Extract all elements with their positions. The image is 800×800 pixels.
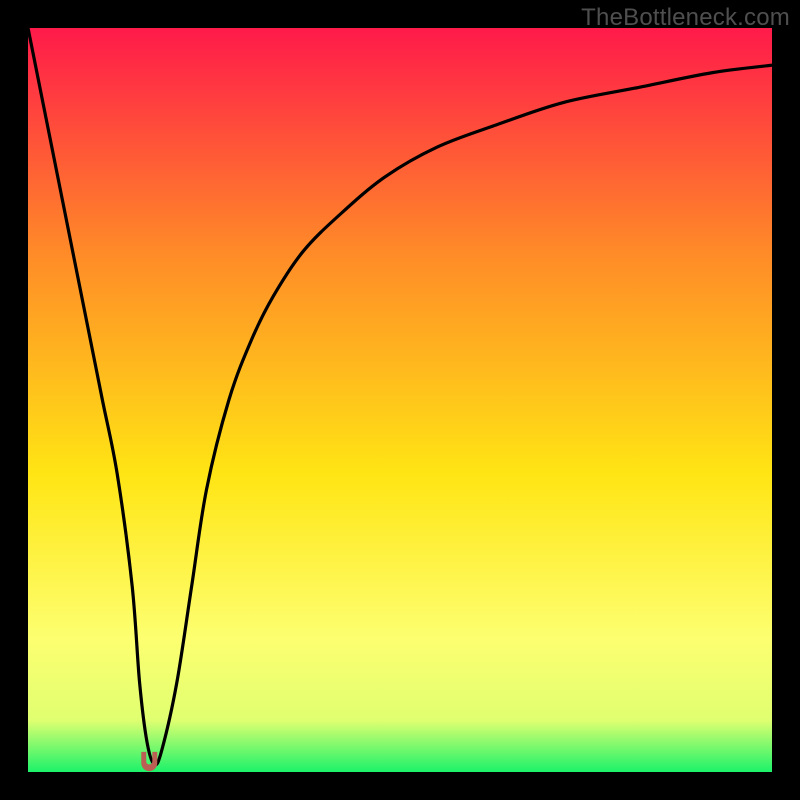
- gradient-background: [28, 28, 772, 772]
- bottleneck-chart-svg: [28, 28, 772, 772]
- chart-outer-frame: TheBottleneck.com: [0, 0, 800, 800]
- watermark-text: TheBottleneck.com: [581, 4, 790, 32]
- chart-plot-area: [28, 28, 772, 772]
